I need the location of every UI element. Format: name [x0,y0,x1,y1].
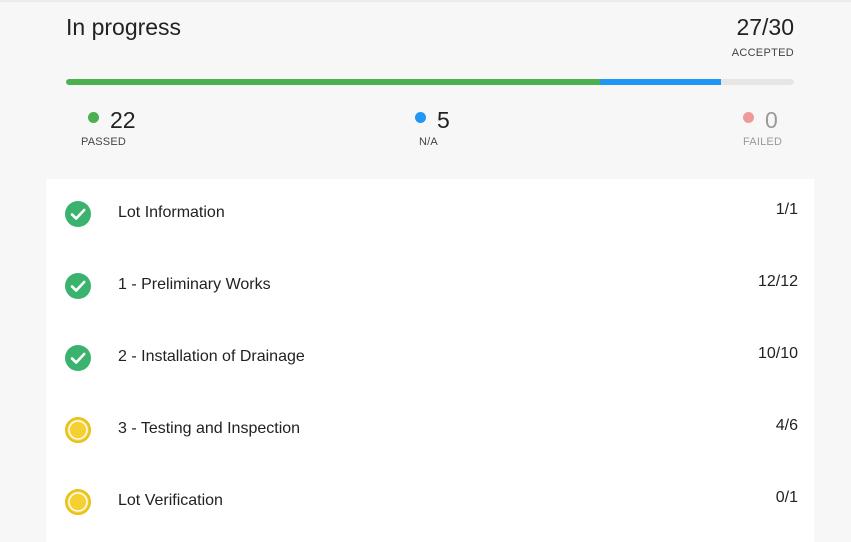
pending-circle-icon [65,417,91,443]
na-label: N/A [419,136,438,148]
list-item[interactable]: 1 - Preliminary Works 12/12 [46,251,814,323]
list-item-label: 3 - Testing and Inspection [118,420,301,437]
list-item-label: Lot Information [118,204,225,221]
check-circle-icon [65,345,91,371]
list-item-count: 1/1 [775,201,798,218]
page-title: In progress [66,14,182,40]
passed-dot-icon [88,112,99,123]
top-divider [0,0,851,2]
accepted-count: 27/30 [736,14,794,40]
list-item-label: Lot Verification [118,492,223,509]
failed-dot-icon [743,112,754,123]
list-item[interactable]: Lot Verification 0/1 [46,467,814,539]
failed-count: 0 [765,107,778,133]
check-circle-icon [65,201,91,227]
list-item-count: 4/6 [775,417,798,434]
passed-count: 22 [110,107,136,133]
check-circle-icon [65,273,91,299]
na-dot-icon [415,112,426,123]
accepted-label: ACCEPTED [731,47,794,59]
checklist-list: Lot Information 1/1 1 - Preliminary Work… [46,179,814,542]
list-item-count: 12/12 [757,273,798,290]
failed-label: FAILED [743,136,783,148]
na-count: 5 [437,107,450,133]
progress-bar [66,79,794,85]
list-item-count: 0/1 [775,489,798,506]
list-item-label: 2 - Installation of Drainage [118,348,305,365]
list-item-label: 1 - Preliminary Works [118,276,271,293]
list-item[interactable]: 3 - Testing and Inspection 4/6 [46,395,814,467]
passed-label: PASSED [81,136,127,148]
progress-segment-passed [66,79,600,85]
progress-segment-na [599,79,722,85]
list-item-count: 10/10 [757,345,798,362]
list-item[interactable]: 2 - Installation of Drainage 10/10 [46,323,814,395]
pending-circle-icon [65,489,91,515]
list-item[interactable]: Lot Information 1/1 [46,179,814,251]
